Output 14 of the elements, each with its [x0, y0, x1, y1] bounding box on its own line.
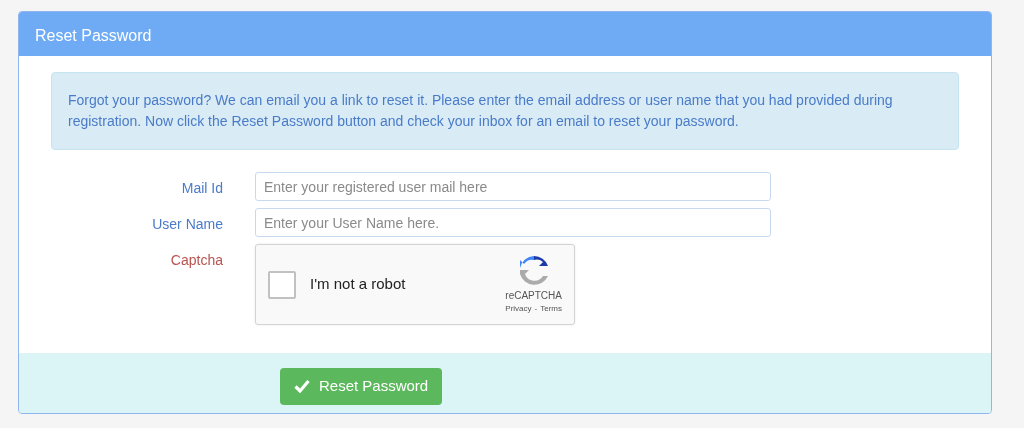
field-label: Mail Id [180, 179, 224, 198]
checkbox-label: I'm not a robot [310, 274, 406, 295]
captcha-link[interactable]: Terms [540, 304, 562, 313]
field-label: User Name [151, 215, 224, 234]
separator: - [534, 304, 538, 313]
check-icon [294, 379, 310, 394]
captcha-checkbox[interactable] [268, 270, 296, 299]
field-label: Captcha [169, 251, 224, 270]
info-message: Forgot your password? We can email you a link to reset it. Please enter the email address or user name that you had provided during registration. Now click the Reset Password button and check your inbox for an email to reset your password. [51, 72, 959, 150]
recaptcha-label: reCAPTCHA [505, 289, 562, 303]
input-field[interactable]: Enter your registered user mail here [255, 172, 771, 201]
panel-title: Reset Password [35, 27, 152, 44]
input-field[interactable]: Enter your User Name here. [255, 208, 771, 237]
captcha-link[interactable]: Privacy [505, 304, 532, 313]
